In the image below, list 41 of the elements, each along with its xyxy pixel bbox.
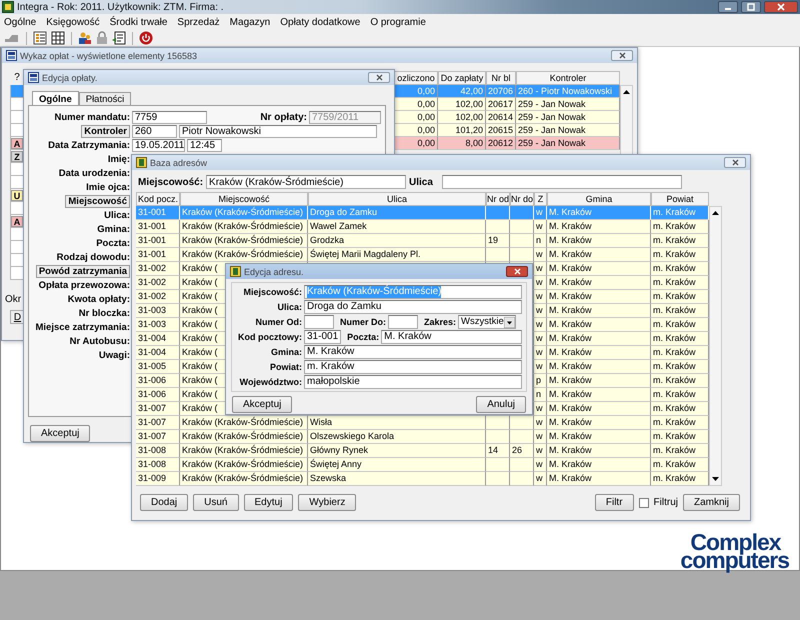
field-label: Miejscowość: — [242, 287, 302, 297]
field-label: Numer mandatu: — [54, 112, 130, 122]
field-label: Nr Autobusu: — [68, 336, 130, 346]
field-label: Poczta: — [347, 332, 380, 342]
column-header: ? — [13, 71, 21, 85]
field-label: Rodzaj dowodu: — [56, 252, 130, 262]
window-title: Wykaz opłat - wyświetlone elementy 156583 — [20, 50, 198, 60]
field-label: Nr bloczka: — [78, 308, 130, 318]
field-label: Ulica: — [276, 302, 302, 312]
field-label: Okr — [5, 294, 22, 305]
field-label: Nr opłaty: — [260, 112, 307, 122]
field-label: Zakres: — [424, 317, 456, 327]
table-cell: 8,00 — [438, 137, 486, 150]
field-label: Ulica — [409, 176, 433, 188]
field-label: Data Zatrzymania: — [47, 140, 130, 150]
field-label: Numer Od: — [254, 317, 302, 327]
field-label: Miejsce zatrzymania: — [34, 322, 130, 332]
column-header: Nr bl — [486, 71, 516, 85]
field-label: Numer Do: — [340, 317, 386, 327]
field-label: Poczta: — [95, 238, 130, 248]
window-title: Edycja adresu. — [244, 266, 304, 276]
field-label: Województwo: — [238, 377, 302, 387]
window-title: Integra - Rok: 2011. Użytkownik: ZTM. Firma: . — [17, 2, 224, 12]
field-label: Uwagi: — [98, 350, 130, 360]
window-title: Baza adresów — [150, 158, 208, 168]
field-label: Kwota opłaty: — [66, 294, 130, 304]
table-cell: 20612 — [486, 137, 516, 150]
column-header: ozliczono — [394, 71, 438, 85]
column-header: Do zapłaty — [438, 71, 486, 85]
field-label: Opłata przewozowa: — [38, 280, 130, 290]
field-label: Miejscowość: — [138, 176, 204, 188]
field-label: Data urodzenia: — [58, 168, 130, 178]
field-label: Ulica: — [103, 210, 130, 220]
window-title: Edycja opłaty. — [42, 72, 98, 82]
field-label: Imie ojca: — [85, 182, 130, 192]
field-label: Kod pocztowy: — [237, 332, 302, 342]
field-label: Gmina: — [270, 347, 302, 357]
field-label: Powiat: — [268, 362, 302, 372]
column-header: Kontroler — [516, 71, 620, 85]
field-label: Gmina: — [96, 224, 130, 234]
field-label: Imię: — [106, 154, 130, 164]
